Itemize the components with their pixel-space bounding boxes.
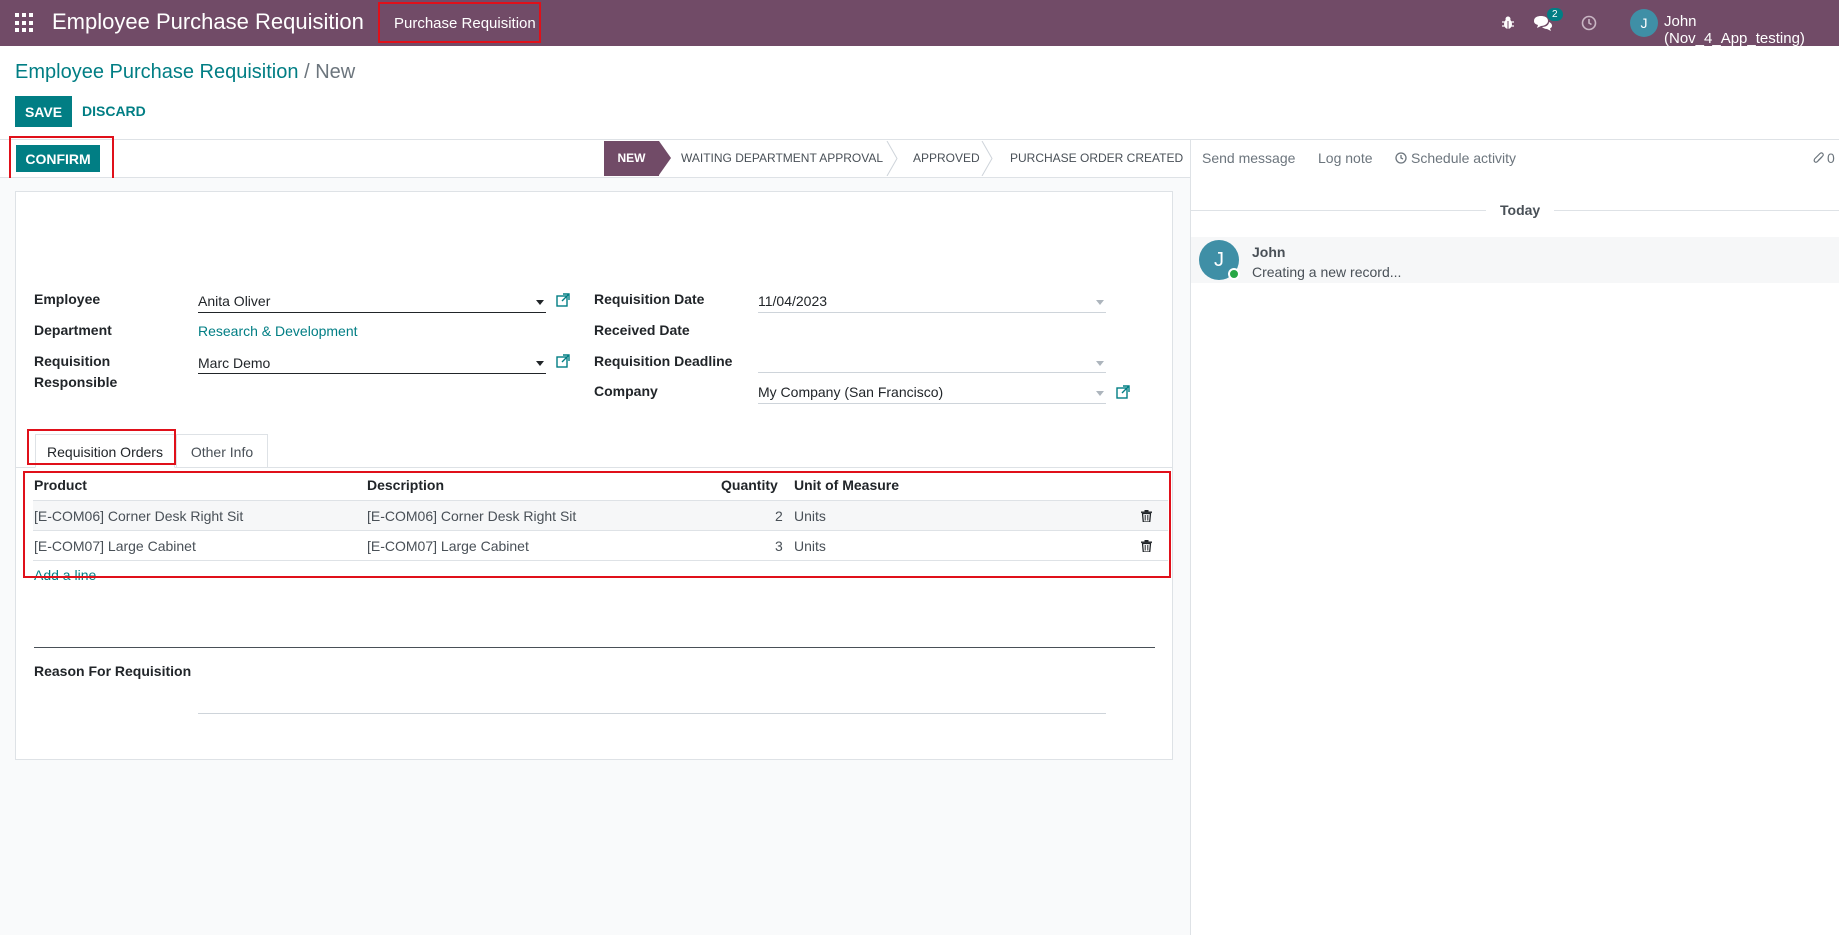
breadcrumb-separator: / — [304, 61, 310, 83]
message-body: Creating a new record... — [1252, 264, 1402, 280]
company-underline — [758, 403, 1106, 404]
chatter-panel: Send message Log note Schedule activity … — [1190, 140, 1839, 935]
stage-approved[interactable]: APPROVED — [913, 141, 980, 176]
stage-waiting-department-approval[interactable]: WAITING DEPARTMENT APPROVAL — [681, 141, 883, 176]
employee-field[interactable]: Anita Oliver — [198, 293, 270, 309]
deadline-label: Requisition Deadline — [594, 353, 733, 369]
responsible-label-line1: Requisition — [34, 353, 111, 369]
debug-bug-icon[interactable] — [1500, 0, 1516, 46]
requisition-date-dropdown-icon[interactable] — [1096, 300, 1104, 305]
breadcrumb-parent[interactable]: Employee Purchase Requisition — [15, 61, 299, 83]
received-date-label: Received Date — [594, 322, 690, 338]
employee-underline — [198, 312, 546, 313]
table-highlight — [23, 471, 1171, 578]
paperclip-icon[interactable] — [1813, 152, 1825, 165]
save-button[interactable]: SAVE — [15, 96, 72, 127]
messages-icon[interactable]: 2 — [1533, 0, 1563, 46]
responsible-field[interactable]: Marc Demo — [198, 355, 270, 371]
tab-other-info[interactable]: Other Info — [176, 434, 268, 468]
schedule-clock-icon — [1395, 152, 1407, 164]
log-note-button[interactable]: Log note — [1318, 150, 1373, 166]
company-field[interactable]: My Company (San Francisco) — [758, 384, 943, 400]
stage-separator — [886, 141, 898, 176]
responsible-dropdown-icon[interactable] — [536, 361, 544, 366]
today-label: Today — [1500, 202, 1541, 218]
responsible-underline — [198, 373, 546, 374]
messages-badge: 2 — [1547, 8, 1563, 21]
schedule-activity-button[interactable]: Schedule activity — [1411, 150, 1516, 166]
message-author[interactable]: John — [1252, 244, 1285, 260]
department-field[interactable]: Research & Development — [198, 323, 358, 339]
online-status-dot — [1228, 268, 1240, 280]
activity-clock-icon[interactable] — [1581, 0, 1597, 46]
company-external-link-icon[interactable] — [1116, 385, 1130, 399]
responsible-external-link-icon[interactable] — [556, 354, 570, 368]
confirm-button[interactable]: CONFIRM — [16, 145, 100, 172]
apps-menu-icon[interactable] — [15, 13, 35, 33]
send-message-button[interactable]: Send message — [1202, 150, 1295, 166]
discard-button[interactable]: DISCARD — [82, 96, 146, 127]
responsible-label-line2: Responsible — [34, 374, 118, 390]
today-divider-right — [1554, 210, 1839, 211]
app-title[interactable]: Employee Purchase Requisition — [52, 9, 364, 35]
breadcrumb: Employee Purchase Requisition / New — [15, 61, 355, 84]
deadline-field[interactable] — [758, 372, 1106, 373]
breadcrumb-current: New — [315, 61, 356, 83]
requisition-date-field[interactable]: 11/04/2023 — [758, 293, 827, 309]
top-navbar: Employee Purchase Requisition Purchase R… — [0, 0, 1839, 47]
company-dropdown-icon[interactable] — [1096, 391, 1104, 396]
department-label: Department — [34, 322, 112, 338]
user-avatar[interactable]: J — [1630, 9, 1658, 37]
deadline-dropdown-icon[interactable] — [1096, 361, 1104, 366]
employee-label: Employee — [34, 291, 101, 307]
chatter-message: J John Creating a new record... — [1191, 237, 1839, 283]
requisition-date-label: Requisition Date — [594, 291, 705, 307]
attachments-count[interactable]: 0 — [1827, 150, 1835, 166]
tab-highlight — [27, 429, 176, 465]
stage-separator — [981, 141, 993, 176]
reason-label: Reason For Requisition — [34, 663, 192, 679]
today-divider-left — [1191, 210, 1486, 211]
employee-external-link-icon[interactable] — [556, 293, 570, 307]
employee-dropdown-icon[interactable] — [536, 300, 544, 305]
stage-purchase-order-created[interactable]: PURCHASE ORDER CREATED — [1010, 141, 1183, 176]
stage-new-arrow — [659, 141, 671, 175]
menu-purchase-requisition[interactable]: Purchase Requisition — [378, 2, 541, 43]
company-label: Company — [594, 383, 658, 399]
reason-field[interactable] — [198, 713, 1106, 714]
section-separator — [34, 647, 1155, 648]
user-menu[interactable]: John (Nov_4_App_testing) — [1664, 13, 1839, 47]
stage-new[interactable]: NEW — [604, 141, 659, 176]
requisition-date-underline — [758, 312, 1106, 313]
